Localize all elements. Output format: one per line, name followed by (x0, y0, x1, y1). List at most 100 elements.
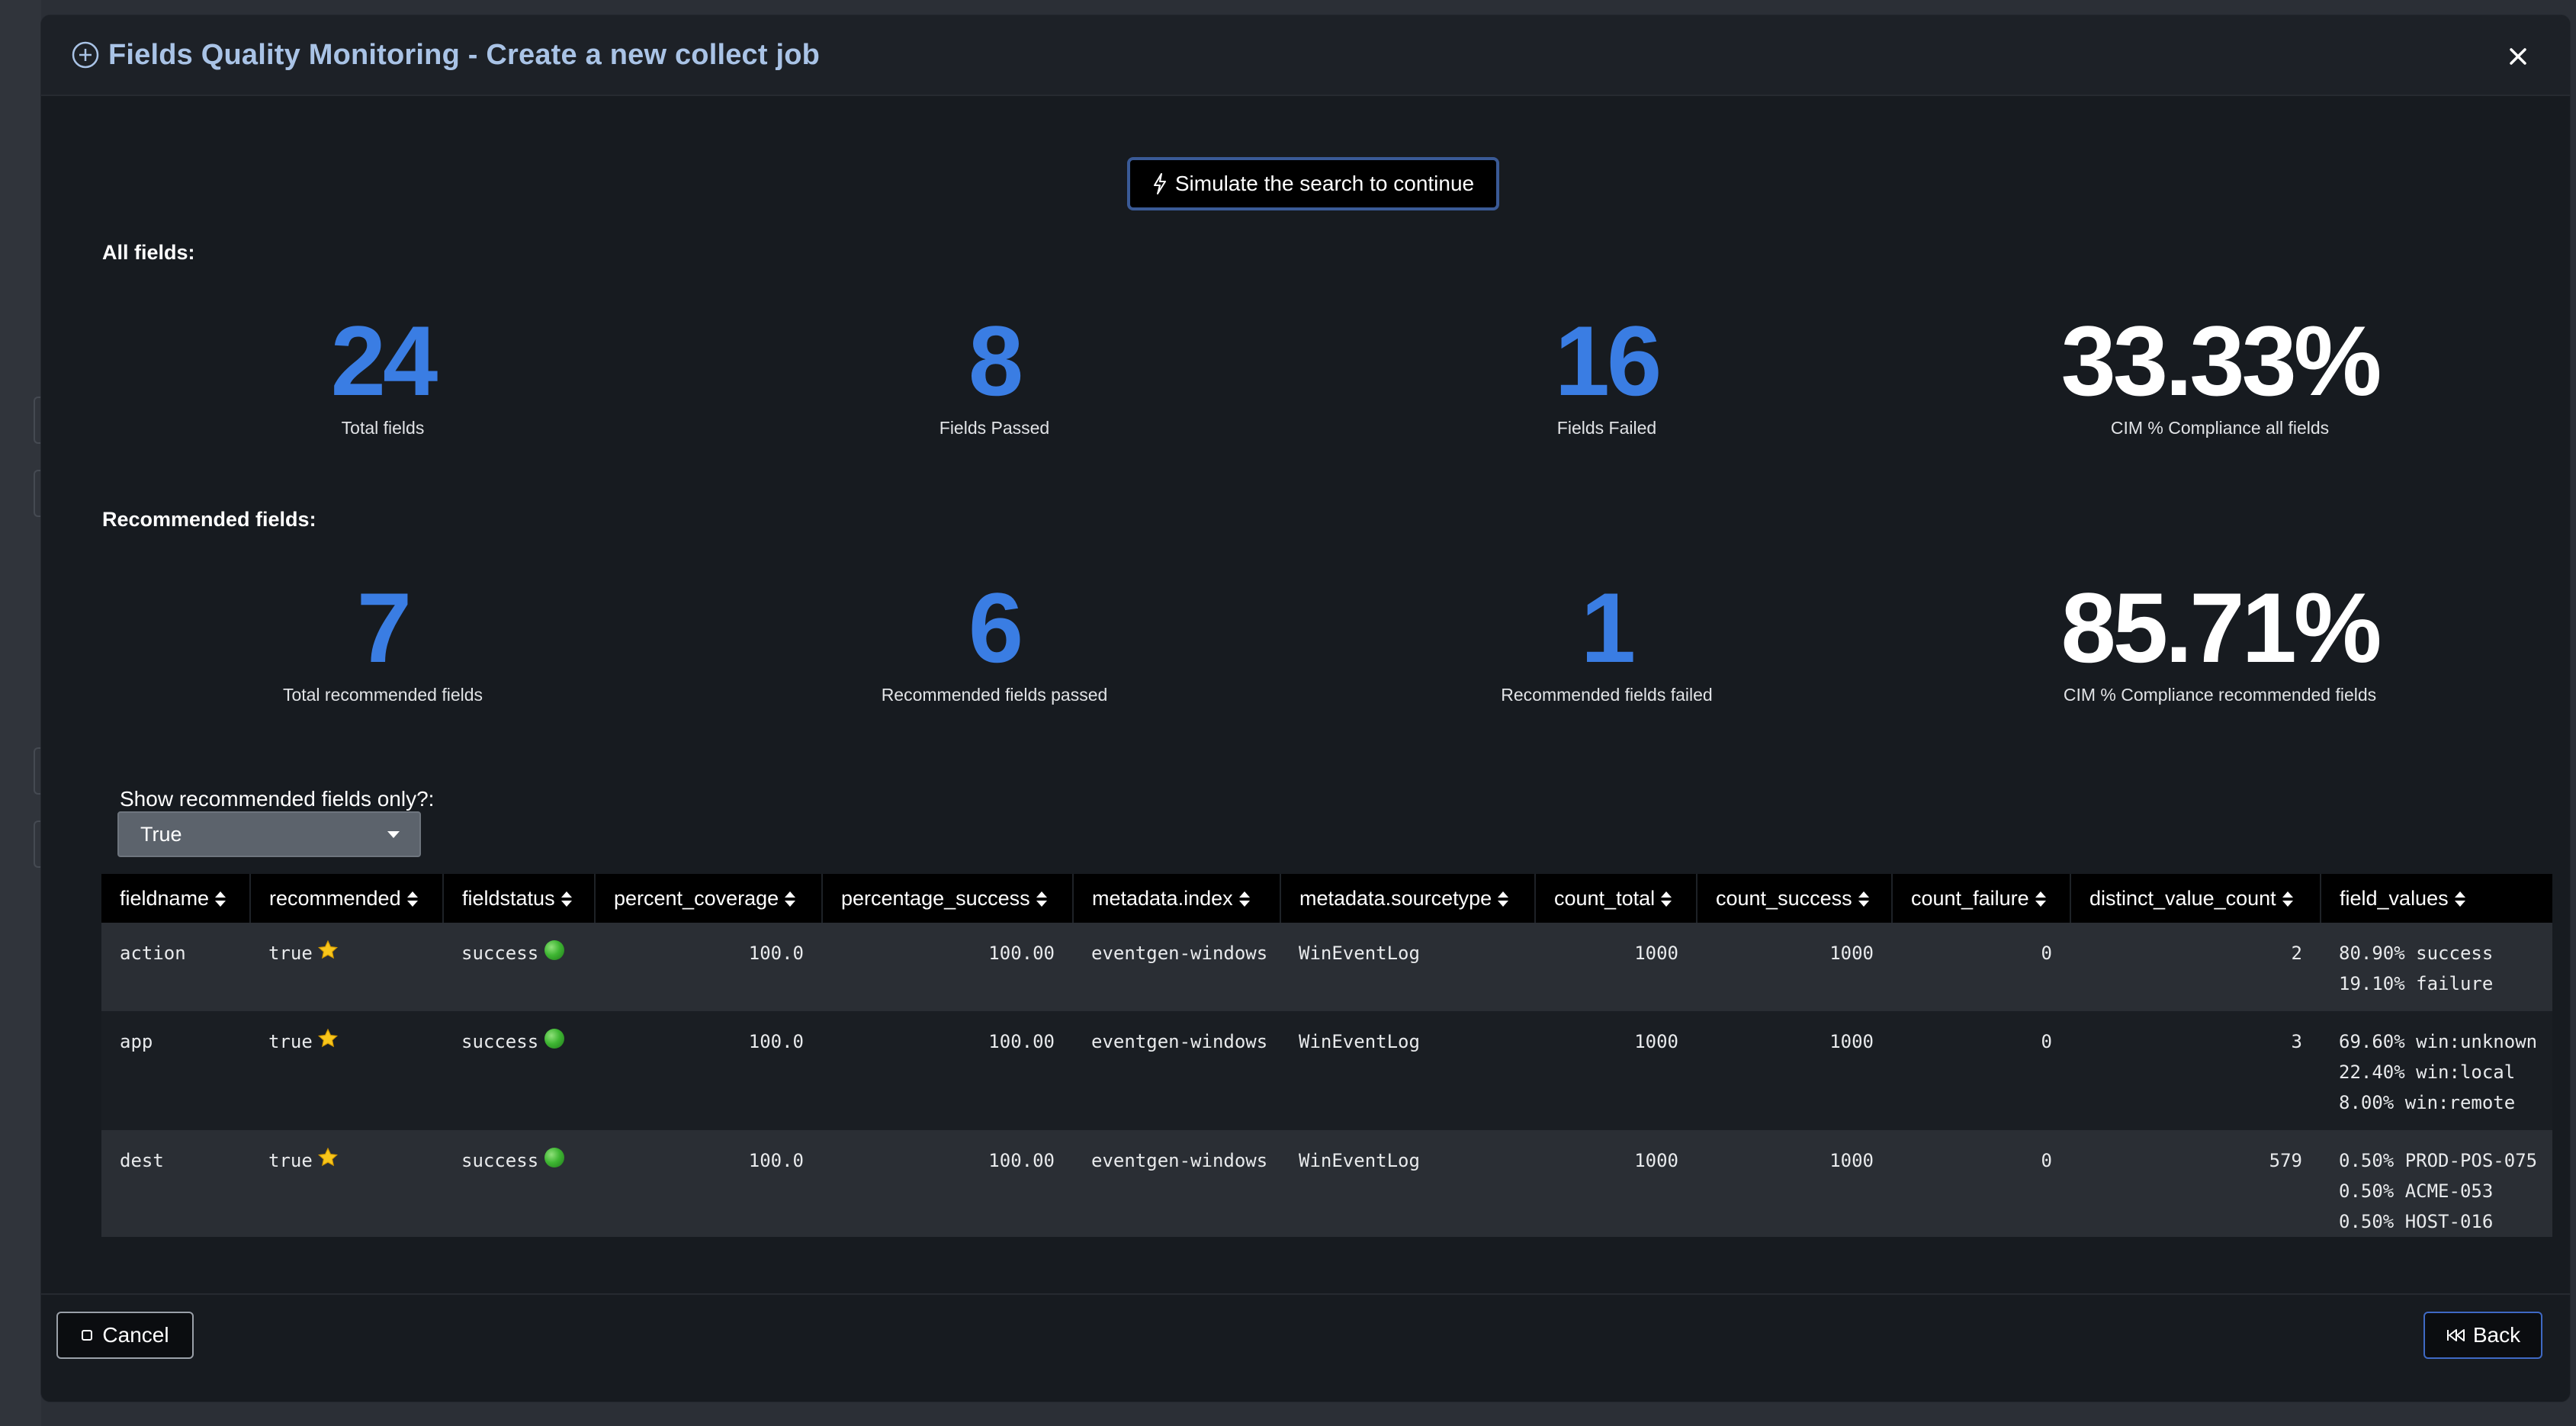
rewind-icon (2446, 1329, 2465, 1341)
column-header-count-failure[interactable]: count_failure (1892, 874, 2071, 923)
sort-icon (560, 891, 572, 907)
field-value-line: 0.50% ACME-053 (2339, 1180, 2494, 1202)
cell-count-total: 1000 (1535, 1011, 1697, 1130)
stat-label: Fields Passed (939, 418, 1050, 438)
column-header-distinct-value-count[interactable]: distinct_value_count (2070, 874, 2321, 923)
lightning-bolt-icon (1153, 173, 1166, 194)
column-header-metadata-index[interactable]: metadata.index (1073, 874, 1281, 923)
stat-recommended-failed: 1 Recommended fields failed (1378, 578, 1836, 705)
cell-count-total: 1000 (1535, 1130, 1697, 1237)
cell-percentage-success: 100.00 (822, 1130, 1073, 1237)
cell-fieldstatus: success (443, 1011, 595, 1130)
column-header-count-total[interactable]: count_total (1535, 874, 1698, 923)
star-icon (317, 1147, 338, 1167)
cell-recommended: true (250, 923, 443, 1011)
table-header-row: fieldname recommended fieldstatus percen… (101, 874, 2552, 923)
close-button[interactable] (2504, 43, 2532, 70)
back-label: Back (2472, 1323, 2521, 1347)
cell-field-values: 0.50% PROD-POS-075 0.50% ACME-053 0.50% … (2321, 1130, 2552, 1237)
collect-job-modal: Fields Quality Monitoring - Create a new… (41, 15, 2570, 1402)
stat-value: 85.71% (2060, 572, 2382, 683)
field-value-line: 19.10% failure (2339, 973, 2494, 994)
column-header-metadata-sourcetype[interactable]: metadata.sourcetype (1280, 874, 1536, 923)
field-value-line: 8.00% win:remote (2339, 1092, 2516, 1113)
star-icon (317, 1028, 338, 1048)
cancel-label: Cancel (102, 1323, 169, 1347)
column-header-field-values[interactable]: field_values (2321, 874, 2552, 923)
cell-count-failure: 0 (1892, 1011, 2070, 1130)
column-header-fieldname[interactable]: fieldname (101, 874, 251, 923)
cell-field-values: 69.60% win:unknown 22.40% win:local 8.00… (2321, 1011, 2552, 1130)
stat-fields-passed: 8 Fields Passed (766, 311, 1223, 438)
stat-value: 16 (1554, 305, 1662, 416)
stat-label: Recommended fields passed (881, 685, 1108, 705)
stat-value: 33.33% (2060, 305, 2382, 416)
recommended-filter-select[interactable]: True (117, 811, 421, 857)
cell-fieldname: dest (101, 1130, 250, 1237)
stat-total-fields: 24 Total fields (154, 311, 612, 438)
cell-percent-coverage: 100.0 (595, 1011, 822, 1130)
cell-distinct-value-count: 3 (2070, 1011, 2321, 1130)
simulate-search-button[interactable]: Simulate the search to continue (1127, 157, 1499, 210)
column-header-percentage-success[interactable]: percentage_success (822, 874, 1074, 923)
table-row[interactable]: dest true success 100.0 100.00 eventgen-… (101, 1130, 2552, 1237)
stat-cim-compliance-recommended: 85.71% CIM % Compliance recommended fiel… (1991, 578, 2449, 705)
sort-icon (2282, 891, 2293, 907)
stat-label: Total recommended fields (282, 685, 483, 705)
stat-total-recommended: 7 Total recommended fields (154, 578, 612, 705)
sort-icon (2035, 891, 2046, 907)
column-header-count-success[interactable]: count_success (1697, 874, 1893, 923)
cell-count-success: 1000 (1697, 1011, 1892, 1130)
back-button[interactable]: Back (2423, 1312, 2542, 1359)
sort-icon (1661, 891, 1672, 907)
cell-count-failure: 0 (1892, 1130, 2070, 1237)
cell-percent-coverage: 100.0 (595, 1130, 822, 1237)
cell-metadata-index: eventgen-windows (1073, 1130, 1280, 1237)
cell-metadata-index: eventgen-windows (1073, 923, 1280, 1011)
stat-label: Recommended fields failed (1501, 685, 1713, 705)
cell-distinct-value-count: 2 (2070, 923, 2321, 1011)
cell-metadata-sourcetype: WinEventLog (1280, 1011, 1535, 1130)
stat-label: Total fields (341, 418, 425, 438)
cell-metadata-sourcetype: WinEventLog (1280, 1130, 1535, 1237)
table-row[interactable]: action true success 100.0 100.00 eventge… (101, 923, 2552, 1011)
stat-value: 6 (968, 572, 1023, 683)
cell-count-total: 1000 (1535, 923, 1697, 1011)
stat-value: 7 (356, 572, 412, 683)
sort-icon (2454, 891, 2465, 907)
recommended-fields-heading: Recommended fields: (102, 508, 316, 531)
cancel-button[interactable]: Cancel (56, 1312, 194, 1359)
star-icon (317, 939, 338, 959)
cell-percentage-success: 100.00 (822, 1011, 1073, 1130)
plus-circle-icon (72, 41, 99, 69)
field-value-line: 0.50% HOST-016 (2339, 1211, 2494, 1232)
cell-fieldstatus: success (443, 1130, 595, 1237)
simulate-search-label: Simulate the search to continue (1174, 172, 1475, 195)
cell-percentage-success: 100.00 (822, 923, 1073, 1011)
all-fields-heading: All fields: (102, 241, 195, 264)
square-icon (82, 1330, 93, 1341)
sort-icon (406, 891, 418, 907)
column-header-fieldstatus[interactable]: fieldstatus (443, 874, 596, 923)
stat-value: 8 (968, 305, 1023, 416)
sort-icon (215, 891, 226, 907)
cell-fieldstatus: success (443, 923, 595, 1011)
green-status-dot-icon (544, 940, 565, 960)
cell-fieldname: action (101, 923, 250, 1011)
column-header-recommended[interactable]: recommended (250, 874, 444, 923)
table-row[interactable]: app true success 100.0 100.00 eventgen-w… (101, 1011, 2552, 1130)
stat-value: 1 (1580, 572, 1636, 683)
cell-distinct-value-count: 579 (2070, 1130, 2321, 1237)
stat-fields-failed: 16 Fields Failed (1378, 311, 1836, 438)
field-value-line: 0.50% PROD-POS-075 (2339, 1150, 2538, 1171)
stat-label: Fields Failed (1556, 418, 1657, 438)
field-value-line: 80.90% success (2339, 943, 2494, 964)
field-value-line: 22.40% win:local (2339, 1061, 2516, 1083)
cell-recommended: true (250, 1130, 443, 1237)
cell-metadata-index: eventgen-windows (1073, 1011, 1280, 1130)
column-header-percent-coverage[interactable]: percent_coverage (595, 874, 823, 923)
stat-recommended-passed: 6 Recommended fields passed (766, 578, 1223, 705)
sort-icon (785, 891, 796, 907)
modal-header: Fields Quality Monitoring - Create a new… (41, 15, 2570, 96)
stat-value: 24 (330, 305, 438, 416)
